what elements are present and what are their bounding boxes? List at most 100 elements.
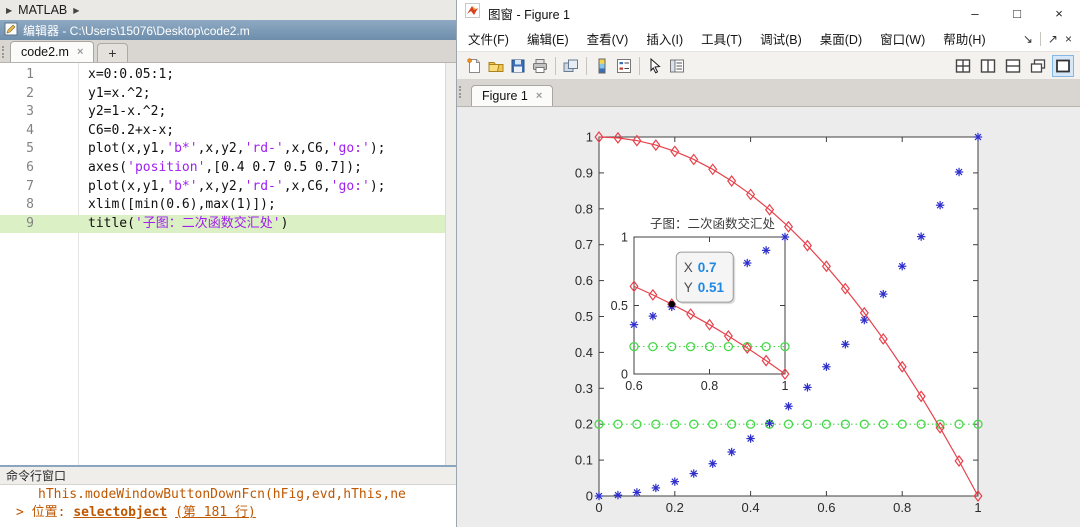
figure-window-title: 图窗 - Figure 1 xyxy=(488,7,570,22)
menu-item-调试B[interactable]: 调试(B) xyxy=(751,26,811,52)
save-icon[interactable] xyxy=(507,55,529,77)
property-editor-icon[interactable] xyxy=(666,55,688,77)
code-line-2[interactable]: 2 y1=x.^2; xyxy=(0,85,445,104)
svg-text:X: X xyxy=(684,260,693,275)
code-line-7[interactable]: 7 plot(x,y1,'b*',x,y2,'rd-',x,C6,'go:'); xyxy=(0,178,445,197)
code-editor[interactable]: 1 x=0:0.05:1; 2 y1=x.^2; 3 y2=1-x.^2; 4 C6=0.2+… xyxy=(0,63,456,465)
cascade-windows-icon[interactable] xyxy=(1027,55,1049,77)
code-line-6[interactable]: 6 axes('position',[0.4 0.7 0.5 0.7]); xyxy=(0,159,445,178)
line-number: 1 xyxy=(26,67,34,82)
menu-item-窗口W[interactable]: 窗口(W) xyxy=(871,26,934,52)
menu-item-查看V[interactable]: 查看(V) xyxy=(578,26,638,52)
breadcrumb-arrow-icon: ▶ xyxy=(6,5,13,15)
svg-text:0.1: 0.1 xyxy=(575,453,593,468)
svg-text:0.6: 0.6 xyxy=(817,500,835,515)
menu-item-桌面D[interactable]: 桌面(D) xyxy=(811,26,871,52)
menu-item-文件F[interactable]: 文件(F) xyxy=(459,26,518,52)
legend-icon[interactable] xyxy=(613,55,635,77)
tabbar-grip[interactable] xyxy=(459,86,463,98)
line-ref-link[interactable]: (第 181 行) xyxy=(175,505,256,520)
menu-item-插入I[interactable]: 插入(I) xyxy=(637,26,692,52)
tile-columns-icon[interactable] xyxy=(977,55,999,77)
command-window[interactable]: hThis.modeWindowButtonDownFcn(hFig,evd,h… xyxy=(0,485,456,526)
maximize-button[interactable]: □ xyxy=(996,0,1038,26)
code-line-9[interactable]: 9 title('子图：二次函数交汇处') xyxy=(0,214,445,234)
figure-titlebar[interactable]: 图窗 - Figure 1 – □ × xyxy=(457,0,1080,26)
location-label: 位置: xyxy=(31,505,66,520)
line-number: 6 xyxy=(26,160,34,175)
command-window-title: 命令行窗口 xyxy=(6,469,67,483)
line-number: 2 xyxy=(26,85,34,101)
svg-text:0.2: 0.2 xyxy=(666,500,684,515)
undock-arrow-icon[interactable]: ↗ xyxy=(1048,32,1058,46)
menu-item-编辑E[interactable]: 编辑(E) xyxy=(518,26,578,52)
svg-text:0.51: 0.51 xyxy=(698,280,725,295)
plot-svg[interactable]: 0 0.2 0.4 0.6 0.8 1 0 0.1 0.2 0.3 0.4 0.5 0.6 0.7 0.8 0… xyxy=(457,107,1080,527)
svg-text:1: 1 xyxy=(974,500,981,515)
svg-text:0.8: 0.8 xyxy=(893,500,911,515)
print-icon[interactable] xyxy=(529,55,551,77)
svg-text:0.5: 0.5 xyxy=(611,299,628,313)
tab-code2m-label[interactable]: code2.m xyxy=(21,45,69,59)
editor-titlebar[interactable]: 编辑器 - C:\Users\15076\Desktop\code2.m xyxy=(0,20,456,40)
figure-toolbar xyxy=(457,52,1080,80)
menu-item-帮助H[interactable]: 帮助(H) xyxy=(934,26,994,52)
svg-text:0.4: 0.4 xyxy=(742,500,760,515)
code-text: C6=0.2+x-x; xyxy=(88,122,175,138)
close-button[interactable]: × xyxy=(1038,0,1080,26)
svg-text:0.3: 0.3 xyxy=(575,381,593,396)
link-figure-icon[interactable] xyxy=(560,55,582,77)
editor-tabbar: code2.m × + xyxy=(0,40,456,63)
editor-pencil-icon xyxy=(4,22,18,39)
single-window-icon[interactable] xyxy=(1052,54,1074,77)
minimize-button[interactable]: – xyxy=(954,0,996,26)
command-error-location-line: > 位置: selectobject (第 181 行) xyxy=(0,503,456,522)
svg-text:0.8: 0.8 xyxy=(701,379,718,393)
dock-arrow-icon[interactable]: ↘ xyxy=(1023,32,1033,46)
toolbar-separator xyxy=(555,56,556,75)
code-line-8[interactable]: 8 xlim([min(0.6),max(1)]); xyxy=(0,196,445,215)
menubar-close-icon[interactable]: × xyxy=(1065,32,1072,46)
line-number: 8 xyxy=(26,197,34,213)
svg-text:0: 0 xyxy=(621,368,628,382)
tab-figure1[interactable]: Figure 1 × xyxy=(471,85,554,106)
open-file-icon[interactable] xyxy=(485,55,507,77)
colorbar-icon[interactable] xyxy=(591,55,613,77)
svg-text:1: 1 xyxy=(586,130,593,145)
svg-text:1: 1 xyxy=(782,379,789,393)
menu-item-工具T[interactable]: 工具(T) xyxy=(692,26,751,52)
code-line-1[interactable]: 1 x=0:0.05:1; xyxy=(0,66,445,85)
matlab-desktop-panel: ▶ MATLAB ▶ 编辑器 - C:\Users\15076\Desktop\… xyxy=(0,0,456,527)
line-number: 5 xyxy=(26,141,34,157)
inset-axes[interactable]: 0.6 0.8 100.51子图：二次函数交汇处X 0.7Y 0.51 xyxy=(611,216,790,393)
svg-text:0.9: 0.9 xyxy=(575,165,593,180)
code-line-4[interactable]: 4 C6=0.2+x-x; xyxy=(0,122,445,141)
new-tab-button[interactable]: + xyxy=(97,43,128,62)
matlab-figure-icon xyxy=(465,3,480,23)
tile-grid-icon[interactable] xyxy=(952,55,974,77)
breadcrumb-label[interactable]: MATLAB xyxy=(18,3,67,17)
figure-canvas[interactable]: 0 0.2 0.4 0.6 0.8 1 0 0.1 0.2 0.3 0.4 0.5 0.6 0.7 0.8 0… xyxy=(457,107,1080,527)
breadcrumb[interactable]: ▶ MATLAB ▶ xyxy=(0,0,456,20)
toolbar-separator xyxy=(639,56,640,75)
svg-text:Y: Y xyxy=(684,280,693,295)
tab-close-icon[interactable]: × xyxy=(77,46,83,58)
tab-figure1-label[interactable]: Figure 1 xyxy=(482,89,528,103)
code-line-5[interactable]: 5 plot(x,y1,'b*',x,y2,'rd-',x,C6,'go:'); xyxy=(0,140,445,159)
tabbar-grip[interactable] xyxy=(2,46,6,58)
tab-code2m[interactable]: code2.m × xyxy=(10,41,95,62)
code-text: y2=1-x.^2; xyxy=(88,104,167,120)
datatip[interactable]: X 0.7 Y 0.51 xyxy=(668,251,736,308)
figure-menubar: 文件(F) 编辑(E) 查看(V) 插入(I) 工具(T) 调试(B) 桌面(D) 窗口(W)… xyxy=(457,26,1080,52)
editor-scrollbar[interactable] xyxy=(445,63,456,465)
selectobject-link[interactable]: selectobject xyxy=(73,505,167,520)
breadcrumb-arrow-icon: ▶ xyxy=(73,5,80,15)
line-number: 3 xyxy=(26,104,34,120)
tile-rows-icon[interactable] xyxy=(1002,55,1024,77)
new-file-icon[interactable] xyxy=(463,55,485,77)
code-line-3[interactable]: 3 y2=1-x.^2; xyxy=(0,103,445,122)
edit-plot-cursor-icon[interactable] xyxy=(644,55,666,77)
command-window-header[interactable]: 命令行窗口 xyxy=(0,467,456,485)
command-output-line: hThis.modeWindowButtonDownFcn(hFig,evd,h… xyxy=(38,487,406,502)
tab-close-icon[interactable]: × xyxy=(536,90,542,102)
